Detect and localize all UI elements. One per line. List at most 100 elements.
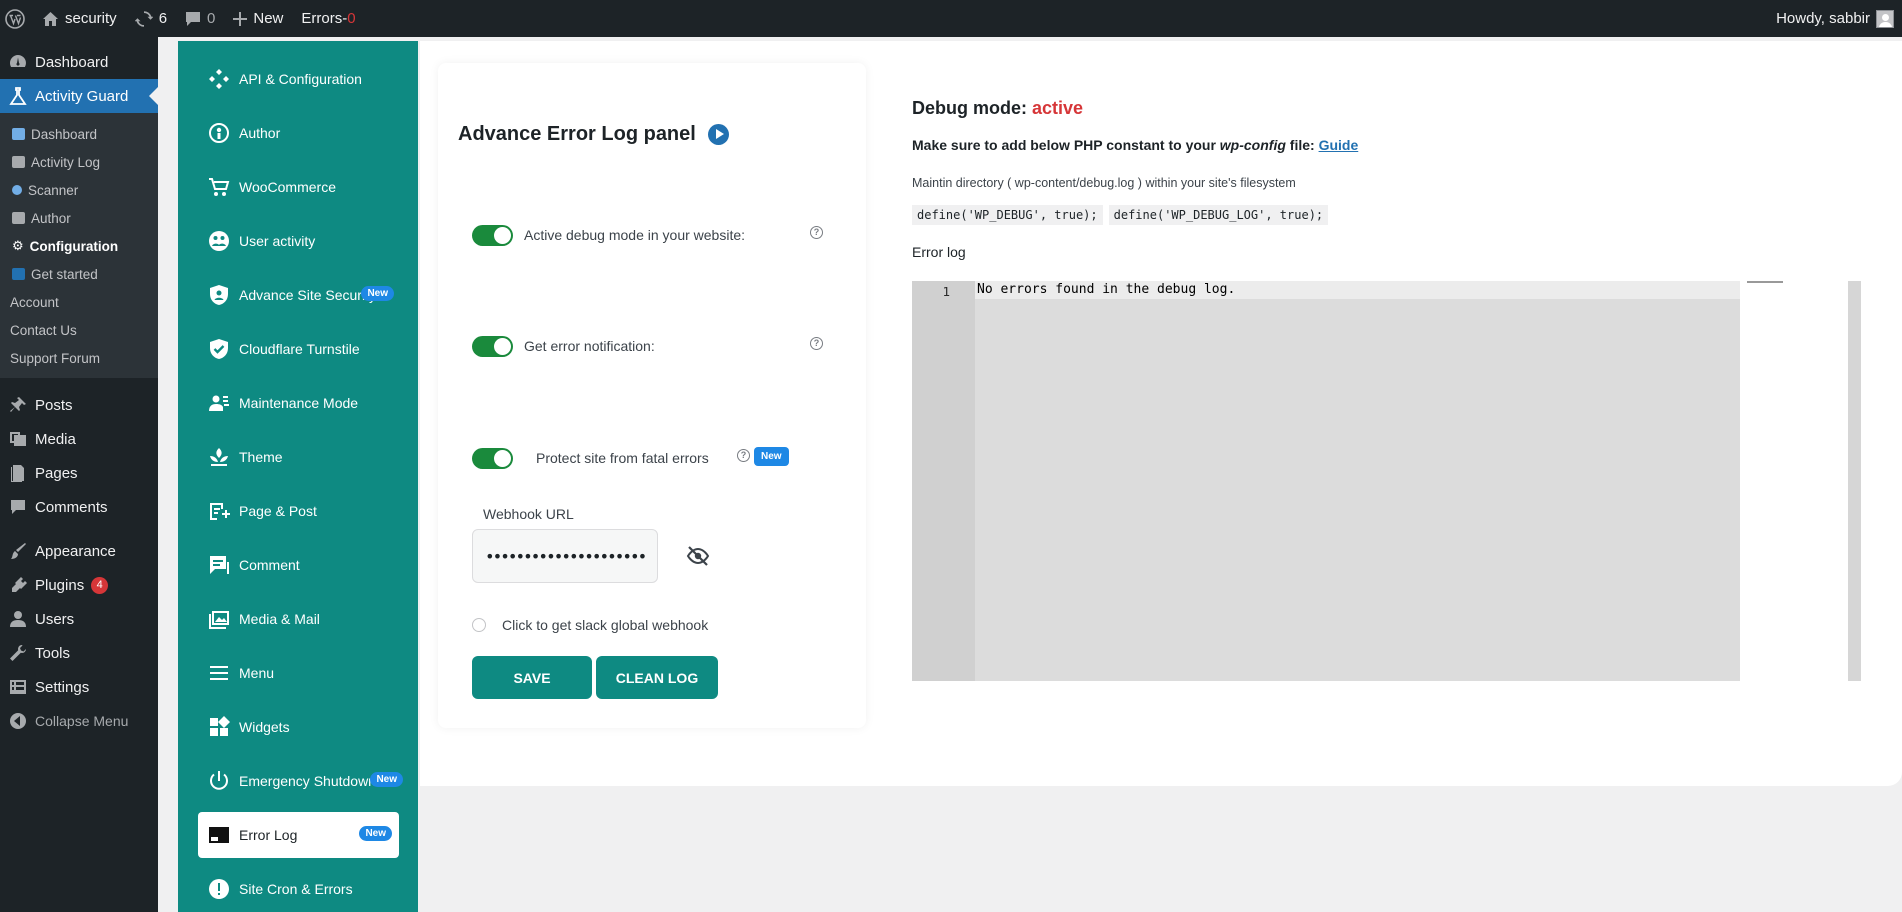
author-icon <box>12 212 25 224</box>
wordpress-logo-button[interactable] <box>0 0 33 37</box>
nav-widgets[interactable]: Widgets <box>198 704 399 750</box>
sidebar-item-label: Settings <box>35 678 90 696</box>
wrench-icon <box>10 645 26 661</box>
slack-webhook-radio[interactable] <box>472 618 486 632</box>
sidebar-item-media[interactable]: Media <box>0 422 158 456</box>
editor-scrollbar[interactable] <box>1848 281 1861 681</box>
nav-label: WooCommerce <box>239 179 336 195</box>
nav-page-post[interactable]: Page & Post <box>198 488 399 534</box>
nav-cloudflare-turnstile[interactable]: Cloudflare Turnstile <box>198 326 399 372</box>
nav-site-cron-errors[interactable]: Site Cron & Errors <box>198 866 399 912</box>
error-log-heading: Error log <box>912 244 966 260</box>
slack-webhook-label: Click to get slack global webhook <box>502 617 709 633</box>
sidebar-item-label: Plugins <box>35 576 85 594</box>
sidebar-item-appearance[interactable]: Appearance <box>0 534 158 568</box>
debug-mode-toggle[interactable] <box>472 224 513 246</box>
error-notification-row: Get error notification: <box>472 334 655 358</box>
help-icon[interactable]: ? <box>737 449 750 462</box>
nav-advance-site-security[interactable]: Advance Site Security New <box>198 272 399 318</box>
webhook-url-input[interactable] <box>472 529 658 583</box>
site-name-link[interactable]: security <box>33 0 126 37</box>
play-icon <box>12 268 25 280</box>
comment-bubble-icon <box>186 11 201 26</box>
sidebar-item-label: Users <box>35 610 75 628</box>
protect-fatal-row: Protect site from fatal errors <box>472 446 709 470</box>
errors-link[interactable]: Errors- 0 <box>292 0 364 37</box>
nav-emergency-shutdown[interactable]: Emergency Shutdown New <box>198 758 403 804</box>
submenu-label: Author <box>31 210 71 226</box>
submenu-label: Support Forum <box>10 350 101 366</box>
submenu-item-activity-log[interactable]: Activity Log <box>0 148 158 176</box>
comments-link[interactable]: 0 <box>176 0 224 37</box>
help-icon[interactable]: ? <box>810 226 823 239</box>
submenu-item-scanner[interactable]: Scanner <box>0 176 158 204</box>
sidebar-item-settings[interactable]: Settings <box>0 670 158 704</box>
help-icon[interactable]: ? <box>810 337 823 350</box>
settings-icon <box>10 680 26 694</box>
alert-circle-icon <box>209 879 229 899</box>
sidebar-item-activity-guard[interactable]: Activity Guard <box>0 79 158 113</box>
collapse-label: Collapse Menu <box>35 713 129 729</box>
nav-user-activity[interactable]: User activity <box>198 218 399 264</box>
submenu-item-contact-us[interactable]: Contact Us <box>0 316 158 344</box>
error-notification-toggle[interactable] <box>472 335 513 357</box>
maintenance-users-icon <box>209 395 229 411</box>
nav-label: Widgets <box>239 719 290 735</box>
nav-maintenance-mode[interactable]: Maintenance Mode <box>198 380 399 426</box>
comment-icon <box>210 556 229 574</box>
debug-mode-prefix: Debug mode: <box>912 98 1032 118</box>
debug-mode-label: Active debug mode in your website: <box>524 227 746 243</box>
slack-webhook-option[interactable]: Click to get slack global webhook <box>472 617 708 633</box>
nav-menu[interactable]: Menu <box>198 650 399 696</box>
play-video-icon[interactable] <box>707 124 729 145</box>
new-content-link[interactable]: New <box>224 0 292 37</box>
nav-label: Author <box>239 125 281 141</box>
sidebar-item-posts[interactable]: Posts <box>0 388 158 422</box>
submenu-item-dashboard[interactable]: Dashboard <box>0 120 158 148</box>
submenu-item-configuration[interactable]: ⚙ Configuration <box>0 232 158 260</box>
updates-link[interactable]: 6 <box>126 0 176 37</box>
user-account-menu[interactable]: Howdy, sabbir <box>1767 0 1902 37</box>
sidebar-item-plugins[interactable]: Plugins 4 <box>0 568 158 602</box>
new-badge: New <box>361 286 394 301</box>
nav-label: User activity <box>239 233 316 249</box>
admin-bar: security 6 0 New Errors- 0 Howdy, sabbir <box>0 0 1902 37</box>
shield-user-icon <box>210 285 228 305</box>
sidebar-item-dashboard[interactable]: Dashboard <box>0 45 158 79</box>
protect-fatal-toggle[interactable] <box>472 447 513 469</box>
clean-log-button[interactable]: CLEAN LOG <box>596 656 718 699</box>
sidebar-item-tools[interactable]: Tools <box>0 636 158 670</box>
shield-check-icon <box>210 339 228 359</box>
collapse-menu-button[interactable]: Collapse Menu <box>0 704 158 738</box>
nav-label: Comment <box>239 557 300 573</box>
wp-config-filename: wp-config <box>1219 137 1286 153</box>
guide-link[interactable]: Guide <box>1319 137 1359 153</box>
sidebar-item-comments[interactable]: Comments <box>0 490 158 524</box>
php-constants: define('WP_DEBUG', true); define('WP_DEB… <box>912 205 1329 225</box>
save-button[interactable]: SAVE <box>472 656 592 699</box>
submenu-label: Configuration <box>29 238 119 254</box>
webhook-url-label: Webhook URL <box>483 506 574 522</box>
nav-label: Cloudflare Turnstile <box>239 341 360 357</box>
error-log-editor[interactable]: 1 No errors found in the debug log. <box>912 281 1740 681</box>
nav-theme[interactable]: Theme <box>198 434 399 480</box>
sidebar-item-pages[interactable]: Pages <box>0 456 158 490</box>
toggle-visibility-button[interactable] <box>686 544 710 568</box>
plugin-icon <box>12 577 27 592</box>
submenu-item-author[interactable]: Author <box>0 204 158 232</box>
site-name: security <box>65 10 117 27</box>
editor-minimap <box>1747 281 1783 283</box>
nav-api-configuration[interactable]: API & Configuration <box>198 56 399 102</box>
sidebar-item-users[interactable]: Users <box>0 602 158 636</box>
updates-count: 6 <box>158 10 168 27</box>
nav-comment[interactable]: Comment <box>198 542 399 588</box>
nav-author[interactable]: Author <box>198 110 399 156</box>
nav-media-mail[interactable]: Media & Mail <box>198 596 399 642</box>
submenu-item-support-forum[interactable]: Support Forum <box>0 344 158 372</box>
submenu-label: Dashboard <box>31 126 98 142</box>
nav-woocommerce[interactable]: WooCommerce <box>198 164 399 210</box>
submenu-item-account[interactable]: Account <box>0 288 158 316</box>
submenu-item-get-started[interactable]: Get started <box>0 260 158 288</box>
nav-error-log[interactable]: Error Log New <box>198 812 399 858</box>
nav-label: Maintenance Mode <box>239 395 359 411</box>
